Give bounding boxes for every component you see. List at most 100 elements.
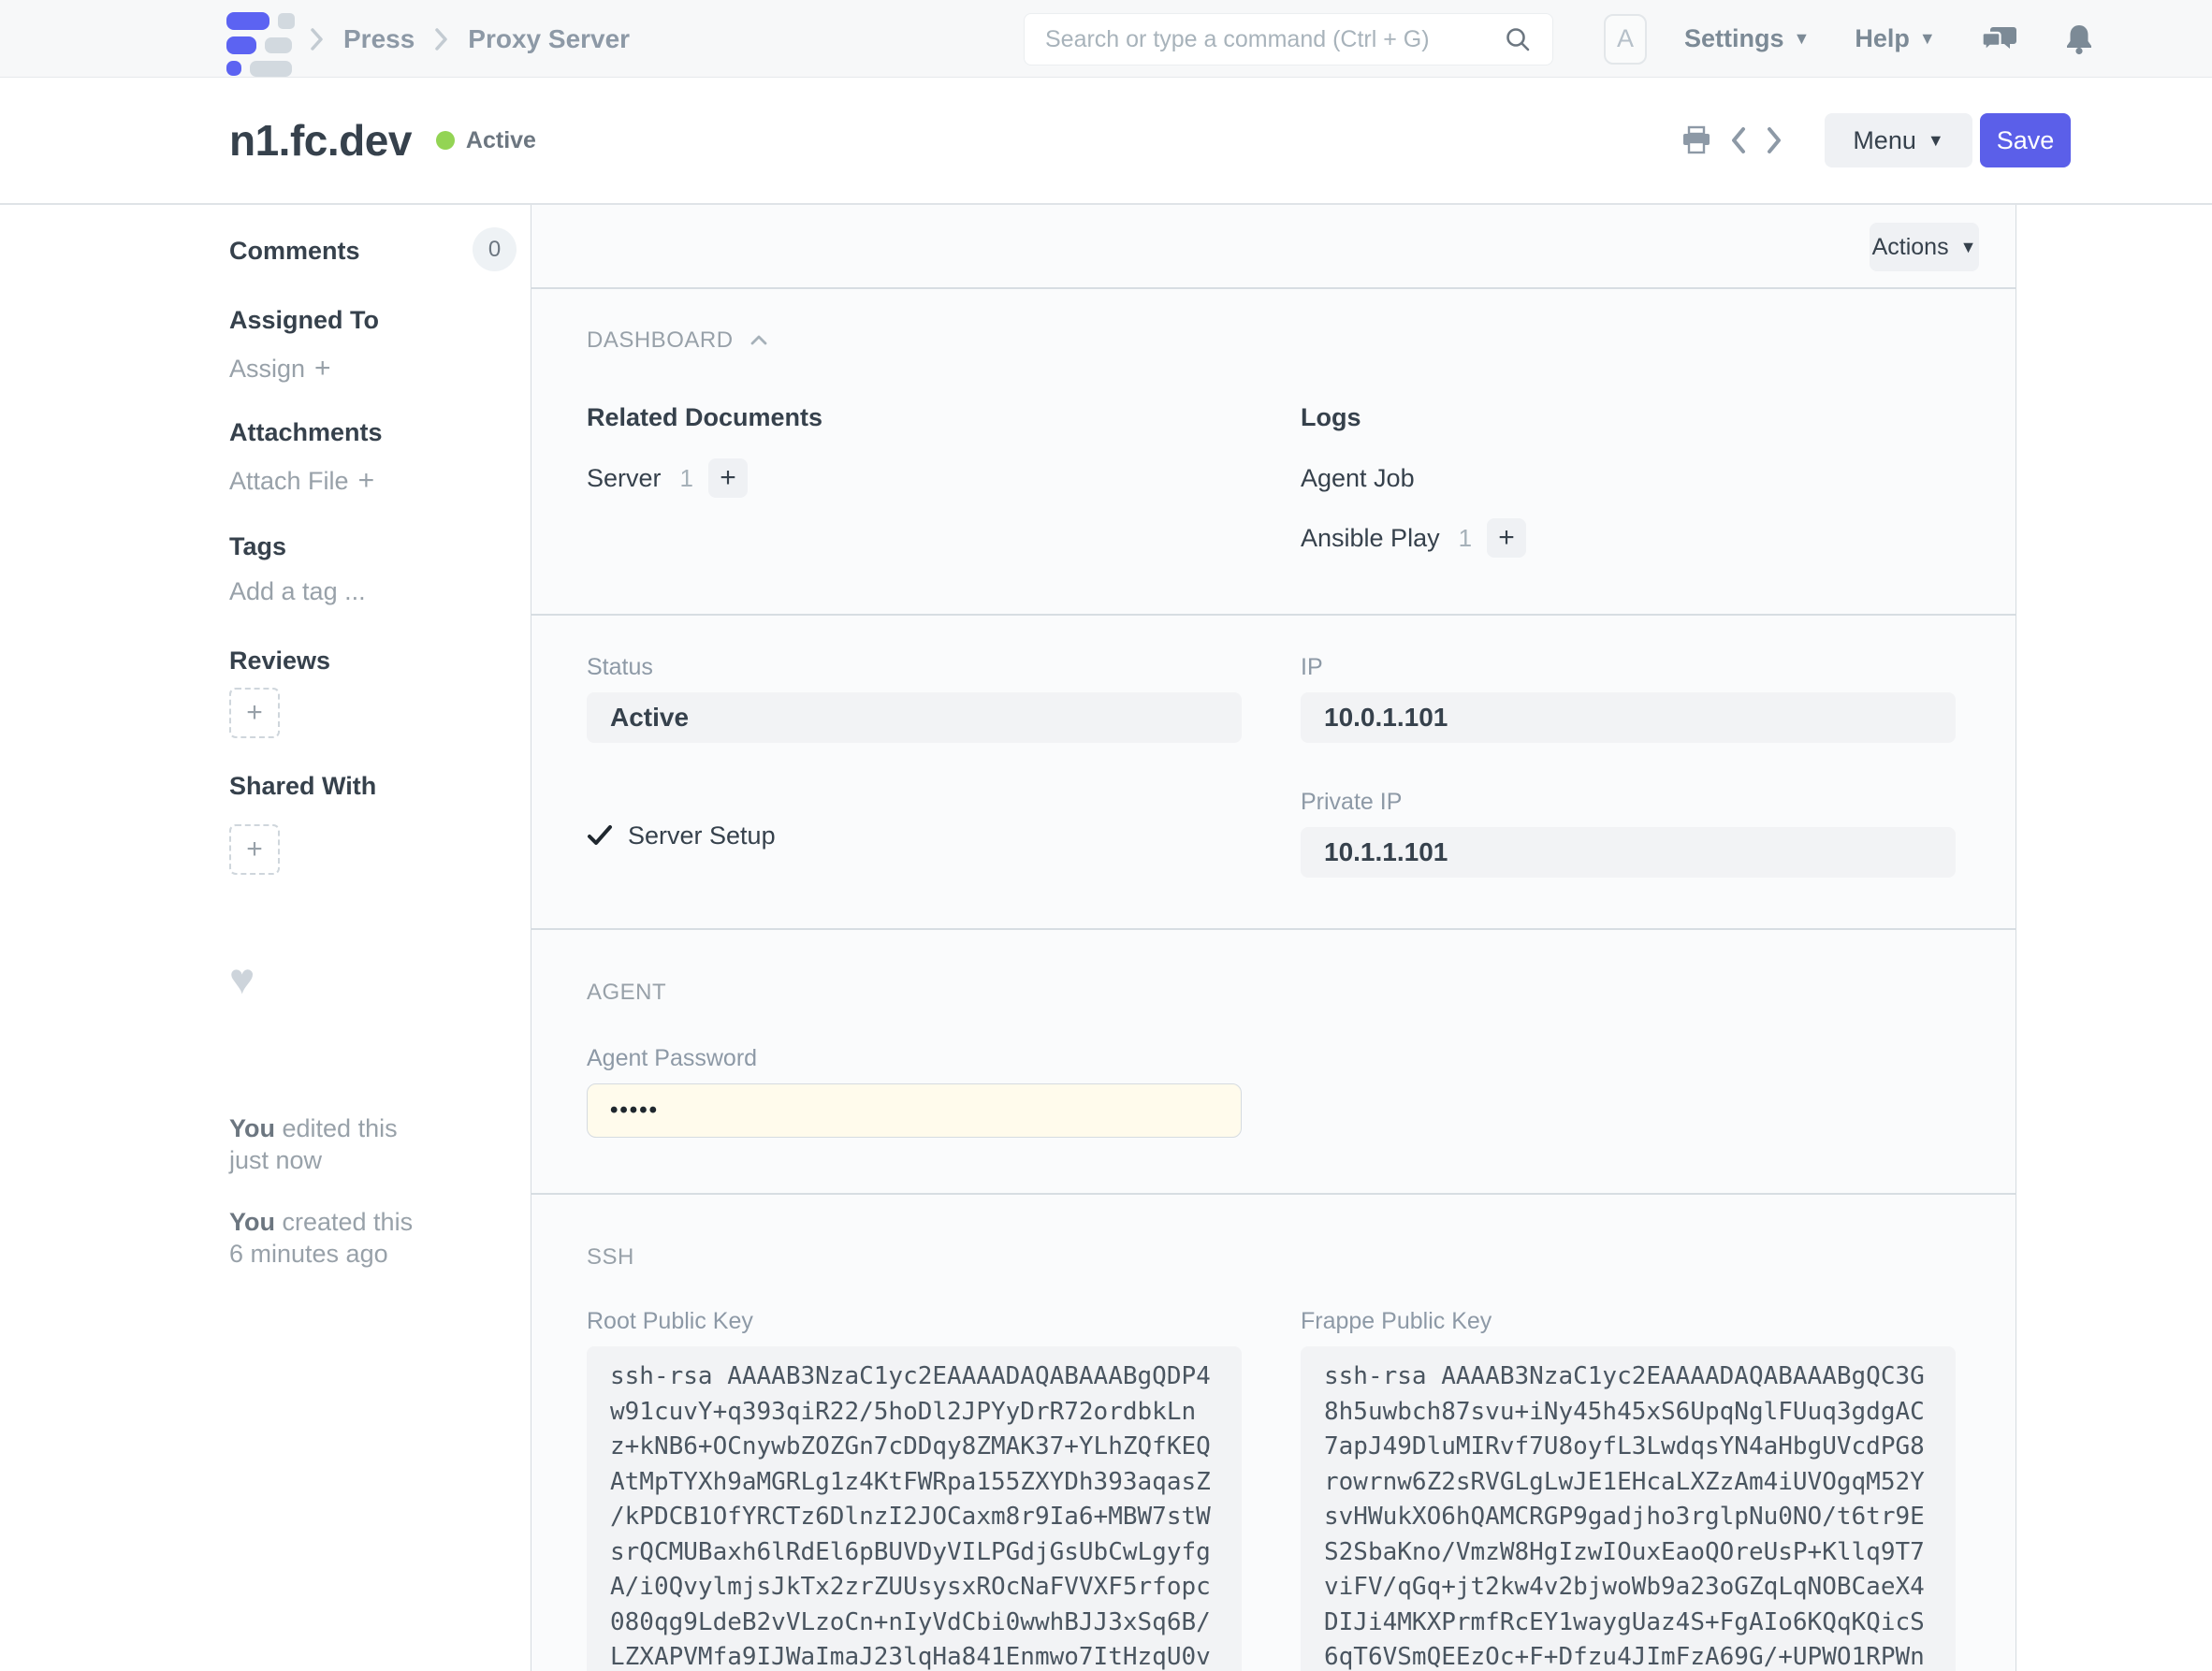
root-public-key-label: Root Public Key (587, 1307, 1242, 1335)
plus-icon: + (246, 697, 263, 729)
logo-shape (226, 61, 241, 76)
add-review-button[interactable]: + (229, 688, 280, 738)
dashboard-section-label: DASHBOARD (587, 327, 734, 355)
private-ip-field: Private IP 10.1.1.101 (1301, 788, 1956, 878)
settings-menu[interactable]: Settings ▼ (1684, 24, 1810, 53)
ansible-play-count: 1 (1459, 524, 1472, 553)
root-public-key-textarea[interactable]: ssh-rsa AAAAB3NzaC1yc2EAAAADAQABAAABgQDP… (587, 1346, 1242, 1671)
ansible-play-link[interactable]: Ansible Play (1301, 524, 1440, 553)
ssh-section: SSH Root Public Key ssh-rsa AAAAB3NzaC1y… (531, 1195, 2016, 1671)
chat-icon[interactable] (1981, 22, 2018, 57)
chevron-down-icon: ▼ (1794, 29, 1811, 49)
assign-button[interactable]: Assign + (229, 353, 331, 385)
next-document-icon[interactable] (1765, 124, 1783, 156)
server-setup-label: Server Setup (628, 821, 776, 850)
add-share-button[interactable]: + (229, 824, 280, 875)
logo-shape (250, 61, 292, 77)
created-info: You created this 6 minutes ago (229, 1206, 473, 1270)
created-when: 6 minutes ago (229, 1240, 388, 1268)
menu-button[interactable]: Menu ▼ (1825, 113, 1972, 167)
print-icon[interactable] (1681, 125, 1712, 155)
created-by: You (229, 1208, 275, 1236)
private-ip-field-label: Private IP (1301, 788, 1956, 816)
actions-button-label: Actions (1872, 234, 1949, 261)
agent-password-label: Agent Password (587, 1044, 1979, 1072)
frappe-public-key-field: Frappe Public Key ssh-rsa AAAAB3NzaC1yc2… (1301, 1307, 1956, 1671)
comments-count-badge: 0 (473, 227, 517, 271)
comments-section-label[interactable]: Comments (229, 237, 360, 266)
agent-section-label: AGENT (587, 979, 1979, 1007)
add-tag-button[interactable]: Add a tag ... (229, 577, 366, 606)
add-ansible-play-button[interactable]: + (1487, 518, 1526, 558)
status-field: Status Active (587, 653, 1242, 743)
page-head: n1.fc.dev Active Menu ▼ Save (0, 78, 2212, 205)
navbar: Press Proxy Server A Settings ▼ Help ▼ (0, 0, 2212, 78)
chevron-down-icon: ▼ (1960, 238, 1977, 257)
plus-icon: + (314, 353, 331, 384)
chevron-down-icon: ▼ (1928, 131, 1944, 151)
edited-when: just now (229, 1146, 322, 1174)
like-heart-icon[interactable]: ♥ (229, 957, 255, 1000)
app-logo[interactable] (226, 12, 299, 66)
server-link[interactable]: Server (587, 464, 662, 493)
status-indicator-label: Active (466, 127, 536, 154)
menu-button-label: Menu (1853, 126, 1916, 155)
breadcrumb-item-press[interactable]: Press (343, 24, 415, 54)
logo-shape (278, 13, 295, 29)
page-title: n1.fc.dev (229, 115, 412, 166)
status-section: Status Active IP 10.0.1.101 Server Setup… (531, 616, 2016, 930)
root-public-key-field: Root Public Key ssh-rsa AAAAB3NzaC1yc2EA… (587, 1307, 1242, 1671)
prev-document-icon[interactable] (1729, 124, 1748, 156)
settings-label: Settings (1684, 24, 1784, 53)
agent-job-link-row: Agent Job (1301, 458, 1956, 499)
server-setup-checkbox-row[interactable]: Server Setup (587, 793, 1242, 878)
server-count: 1 (680, 464, 693, 493)
breadcrumb: Press Proxy Server (309, 0, 630, 78)
logo-shape (226, 36, 256, 54)
global-search (1024, 13, 1553, 65)
notifications-bell-icon[interactable] (2063, 22, 2095, 57)
frappe-public-key-label: Frappe Public Key (1301, 1307, 1956, 1335)
chevron-right-icon (309, 25, 325, 53)
content-area: Comments 0 Assigned To Assign+ Attachmen… (0, 205, 2212, 1671)
form-panel: Actions ▼ DASHBOARD Related Documents Se… (531, 205, 2016, 1671)
related-documents-column: Related Documents Server 1 + (587, 401, 1242, 559)
logo-shape (226, 12, 269, 30)
ssh-section-label: SSH (587, 1243, 1979, 1271)
private-ip-field-value: 10.1.1.101 (1301, 827, 1956, 878)
edited-by: You (229, 1114, 275, 1142)
attach-file-button[interactable]: Attach File+ (229, 465, 374, 497)
agent-section: AGENT Agent Password ••••• (531, 930, 2016, 1195)
logs-label: Logs (1301, 401, 1956, 433)
server-link-row: Server 1 + (587, 458, 1242, 499)
created-action: created this (275, 1208, 413, 1236)
edited-info: You edited this just now (229, 1112, 473, 1176)
logo-shape (265, 37, 292, 53)
edited-action: edited this (275, 1114, 398, 1142)
ip-field-value: 10.0.1.101 (1301, 692, 1956, 743)
assigned-to-label: Assigned To (229, 306, 379, 335)
search-input[interactable] (1045, 26, 1504, 53)
checkmark-icon (587, 822, 613, 849)
help-menu[interactable]: Help ▼ (1855, 24, 1935, 53)
shared-with-label: Shared With (229, 772, 376, 801)
actions-button[interactable]: Actions ▼ (1870, 223, 1979, 271)
chevron-down-icon: ▼ (1919, 29, 1936, 49)
add-server-button[interactable]: + (708, 458, 748, 498)
user-avatar[interactable]: A (1604, 14, 1647, 65)
reviews-label: Reviews (229, 647, 330, 676)
attach-file-label: Attach File (229, 467, 349, 495)
dashboard-section: DASHBOARD Related Documents Server 1 + L… (531, 289, 2016, 616)
save-button-label: Save (1997, 126, 2055, 155)
help-label: Help (1855, 24, 1910, 53)
collapse-chevron-up-icon[interactable] (749, 333, 769, 348)
ip-field-label: IP (1301, 653, 1956, 681)
frappe-public-key-textarea[interactable]: ssh-rsa AAAAB3NzaC1yc2EAAAADAQABAAABgQC3… (1301, 1346, 1956, 1671)
breadcrumb-item-proxy-server[interactable]: Proxy Server (468, 24, 630, 54)
status-indicator-dot (436, 131, 455, 150)
save-button[interactable]: Save (1980, 113, 2071, 167)
agent-password-input[interactable]: ••••• (587, 1083, 1242, 1138)
chevron-right-icon (433, 25, 449, 53)
agent-job-link[interactable]: Agent Job (1301, 464, 1415, 493)
assign-label: Assign (229, 355, 305, 383)
